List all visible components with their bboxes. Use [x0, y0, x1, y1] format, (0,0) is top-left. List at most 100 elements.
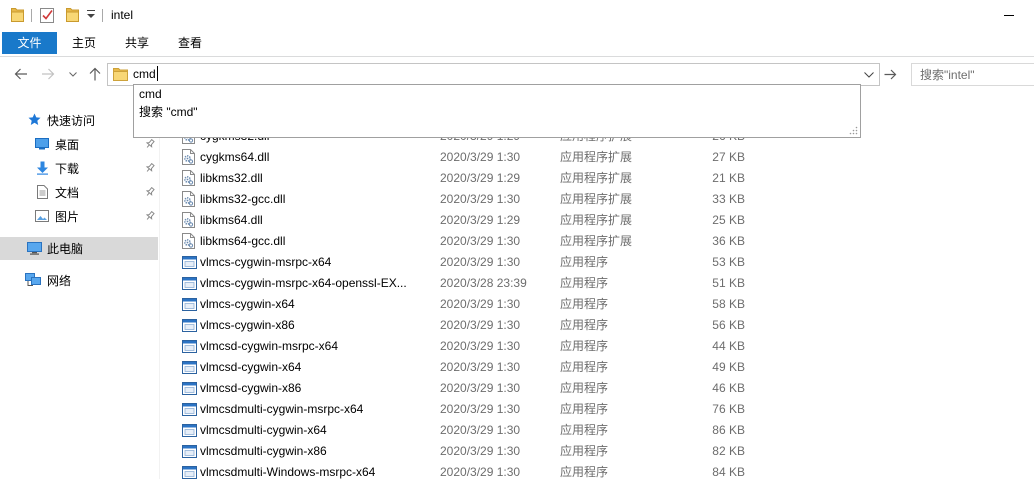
search-input[interactable] — [920, 64, 1030, 85]
suggestion-item[interactable]: cmd — [134, 85, 860, 103]
pane-splitter[interactable] — [159, 88, 160, 479]
file-size: 49 KB — [712, 360, 745, 374]
folder-icon[interactable] — [11, 7, 24, 22]
file-row[interactable]: vlmcs-cygwin-msrpc-x64 2020/3/29 1:30 应用程序… — [164, 252, 764, 273]
file-modified-date: 2020/3/28 23:39 — [440, 276, 527, 290]
file-name: vlmcs-cygwin-msrpc-x64 — [200, 255, 332, 269]
nav-item-pictures[interactable]: 图片 — [0, 205, 158, 227]
file-modified-date: 2020/3/29 1:30 — [440, 318, 521, 332]
nav-item-downloads[interactable]: 下载 — [0, 157, 158, 179]
file-row[interactable]: vlmcsdmulti-cygwin-x86 2020/3/29 1:30 应用程序… — [164, 441, 764, 462]
nav-item-label: 此电脑 — [47, 242, 84, 256]
file-row[interactable]: libkms64-gcc.dll 2020/3/29 1:30 应用程序扩展 36 K… — [164, 231, 764, 252]
file-name: vlmcsdmulti-cygwin-msrpc-x64 — [200, 402, 364, 416]
file-size: 25 KB — [712, 213, 745, 227]
file-row[interactable]: libkms64.dll 2020/3/29 1:29 应用程序扩展 25 KB — [164, 210, 764, 231]
file-type: 应用程序扩展 — [560, 213, 633, 227]
file-type: 应用程序扩展 — [560, 150, 633, 164]
address-input[interactable]: cmd — [133, 64, 158, 85]
file-size: 44 KB — [712, 339, 745, 353]
file-row[interactable]: vlmcsdmulti-Windows-msrpc-x64 2020/3/29 1… — [164, 462, 764, 479]
file-row[interactable]: vlmcs-cygwin-msrpc-x64-openssl-EX... 2020… — [164, 273, 764, 294]
file-name: vlmcs-cygwin-msrpc-x64-openssl-EX... — [200, 276, 407, 290]
exe-icon — [182, 277, 197, 290]
address-value: cmd — [133, 67, 156, 81]
file-name: libkms64.dll — [200, 213, 263, 227]
file-name: vlmcs-cygwin-x86 — [200, 318, 295, 332]
file-type: 应用程序 — [560, 381, 609, 395]
resize-grip-icon[interactable] — [849, 126, 858, 135]
file-row[interactable]: vlmcsd-cygwin-x64 2020/3/29 1:30 应用程序 49 KB — [164, 357, 764, 378]
network-icon — [25, 273, 41, 287]
new-folder-icon[interactable] — [66, 7, 79, 22]
dll-icon — [182, 233, 195, 249]
file-name: libkms32-gcc.dll — [200, 192, 286, 206]
dll-icon — [182, 191, 195, 207]
minimize-icon[interactable] — [1004, 15, 1014, 16]
file-size: 46 KB — [712, 381, 745, 395]
dll-icon — [182, 149, 195, 165]
nav-item-label: 快速访问 — [47, 113, 96, 128]
file-size: 56 KB — [712, 318, 745, 332]
file-row[interactable]: vlmcs-cygwin-x64 2020/3/29 1:30 应用程序 58 KB — [164, 294, 764, 315]
file-row[interactable]: vlmcsdmulti-cygwin-x64 2020/3/29 1:30 应用程序… — [164, 420, 764, 441]
file-row[interactable]: libkms32.dll 2020/3/29 1:29 应用程序扩展 21 KB — [164, 168, 764, 189]
nav-item-network[interactable]: 网络 — [0, 269, 158, 291]
file-modified-date: 2020/3/29 1:30 — [440, 297, 521, 311]
file-row[interactable]: vlmcsd-cygwin-x86 2020/3/29 1:30 应用程序 46 KB — [164, 378, 764, 399]
pin-icon — [145, 187, 155, 197]
ribbon-tab-view[interactable]: 查看 — [164, 32, 216, 54]
ribbon-tab-file[interactable]: 文件 — [2, 32, 57, 54]
file-name: vlmcsd-cygwin-msrpc-x64 — [200, 339, 339, 353]
file-row[interactable]: vlmcs-cygwin-x86 2020/3/29 1:30 应用程序 56 KB — [164, 315, 764, 336]
file-type: 应用程序 — [560, 444, 609, 458]
file-type: 应用程序扩展 — [560, 171, 633, 185]
address-history-chevron-icon[interactable] — [864, 72, 874, 78]
nav-item-documents[interactable]: 文档 — [0, 181, 158, 203]
file-modified-date: 2020/3/29 1:30 — [440, 381, 521, 395]
file-name: libkms64-gcc.dll — [200, 234, 286, 248]
file-modified-date: 2020/3/29 1:30 — [440, 150, 521, 164]
file-size: 82 KB — [712, 444, 745, 458]
back-arrow-icon[interactable] — [14, 68, 28, 80]
suggestion-item[interactable]: 搜索 "cmd" — [134, 103, 860, 121]
pin-icon — [145, 163, 155, 173]
file-size: 21 KB — [712, 171, 745, 185]
file-type: 应用程序扩展 — [560, 192, 633, 206]
file-row[interactable]: libkms32-gcc.dll 2020/3/29 1:30 应用程序扩展 33 K… — [164, 189, 764, 210]
search-box[interactable] — [911, 63, 1034, 86]
exe-icon — [182, 466, 197, 479]
address-bar[interactable]: cmd — [107, 63, 880, 86]
exe-icon — [182, 256, 197, 269]
file-row[interactable]: cygkms64.dll 2020/3/29 1:30 应用程序扩展 27 KB — [164, 147, 764, 168]
properties-icon[interactable] — [40, 6, 56, 23]
file-size: 33 KB — [712, 192, 745, 206]
file-modified-date: 2020/3/29 1:30 — [440, 339, 521, 353]
go-arrow-icon[interactable] — [884, 69, 897, 80]
up-arrow-icon[interactable] — [89, 67, 101, 81]
nav-item-this-pc[interactable]: 此电脑 — [0, 237, 158, 260]
file-type: 应用程序 — [560, 255, 609, 269]
file-size: 53 KB — [712, 255, 745, 269]
file-name: vlmcsdmulti-cygwin-x86 — [200, 444, 327, 458]
file-modified-date: 2020/3/29 1:30 — [440, 444, 521, 458]
file-name: cygkms64.dll — [200, 150, 270, 164]
file-type: 应用程序 — [560, 297, 609, 311]
file-modified-date: 2020/3/29 1:30 — [440, 360, 521, 374]
file-modified-date: 2020/3/29 1:30 — [440, 423, 521, 437]
file-list: cygkms32.dll2020/3/29 1:29应用程序扩展26 KBcyg… — [164, 126, 1034, 479]
customize-toolbar-icon[interactable] — [87, 10, 95, 20]
file-type: 应用程序 — [560, 339, 609, 353]
ribbon-tab-share[interactable]: 共享 — [111, 32, 163, 54]
file-name: vlmcsdmulti-cygwin-x64 — [200, 423, 327, 437]
file-row[interactable]: vlmcsd-cygwin-msrpc-x64 2020/3/29 1:30 应用程… — [164, 336, 764, 357]
forward-arrow-icon[interactable] — [41, 68, 55, 80]
file-modified-date: 2020/3/29 1:30 — [440, 255, 521, 269]
exe-icon — [182, 445, 197, 458]
file-row[interactable]: vlmcsdmulti-cygwin-msrpc-x64 2020/3/29 1:… — [164, 399, 764, 420]
recent-locations-chevron-icon[interactable] — [69, 72, 77, 77]
ribbon: 文件 主页 共享 查看 — [0, 31, 1034, 57]
star-icon — [28, 113, 41, 126]
nav-item-label: 桌面 — [55, 137, 80, 152]
ribbon-tab-home[interactable]: 主页 — [58, 32, 110, 54]
